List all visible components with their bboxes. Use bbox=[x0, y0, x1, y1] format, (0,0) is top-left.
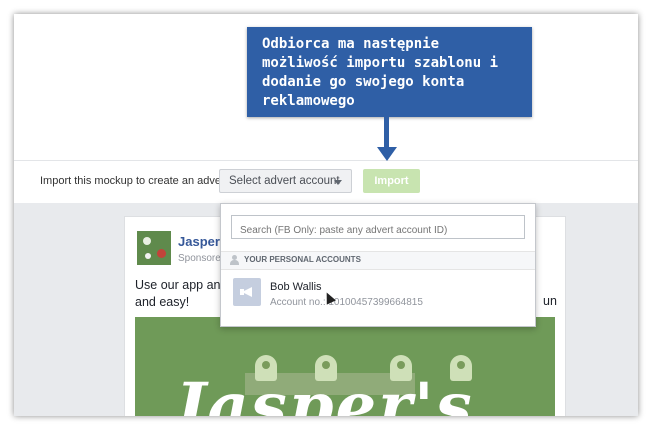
personal-accounts-label: YOUR PERSONAL ACCOUNTS bbox=[244, 255, 361, 264]
arrow-down-icon bbox=[377, 147, 397, 161]
select-advert-account-label: Select advert account bbox=[229, 175, 340, 187]
caret-down-icon bbox=[334, 180, 342, 185]
post-text: Use our app and and easy! bbox=[135, 277, 227, 311]
select-advert-account-button[interactable]: Select advert account bbox=[219, 169, 352, 193]
account-number: Account no.: 10100457399664815 bbox=[270, 297, 423, 308]
post-text-line-1: Use our app and bbox=[135, 278, 228, 292]
advert-account-dropdown: YOUR PERSONAL ACCOUNTS Bob Wallis Accoun… bbox=[220, 203, 536, 327]
account-list-item[interactable]: Bob Wallis Account no.: 1010045739966481… bbox=[221, 270, 535, 314]
user-icon bbox=[230, 255, 239, 265]
account-search-input[interactable] bbox=[231, 215, 525, 239]
image-logo-text: Jasper's bbox=[175, 369, 474, 416]
import-button[interactable]: Import bbox=[363, 169, 420, 193]
annotation-callout: Odbiorca ma następnie możliwość importu … bbox=[247, 27, 532, 117]
import-toolbar-label: Import this mockup to create an advert bbox=[40, 175, 228, 187]
import-toolbar: Import this mockup to create an advert S… bbox=[14, 160, 638, 204]
account-name: Bob Wallis bbox=[270, 281, 322, 293]
post-image: Jasper's bbox=[135, 317, 555, 416]
personal-accounts-header: YOUR PERSONAL ACCOUNTS bbox=[221, 251, 535, 270]
post-text-line-2: and easy! bbox=[135, 295, 190, 309]
page-avatar bbox=[137, 231, 171, 265]
callout-arrow-shaft bbox=[384, 117, 389, 149]
megaphone-icon bbox=[233, 278, 261, 306]
screenshot-frame: Import this mockup to create an advert S… bbox=[14, 14, 638, 416]
post-text-fragment: un bbox=[543, 294, 557, 308]
